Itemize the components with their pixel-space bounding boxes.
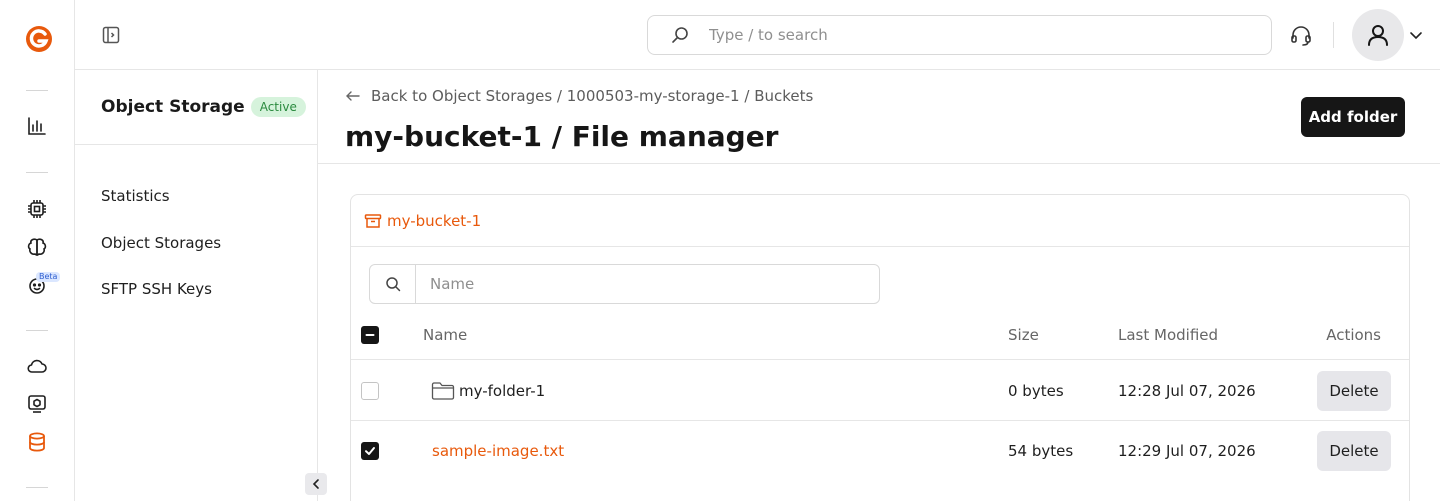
arrow-left-icon[interactable]: [345, 88, 361, 104]
user-avatar[interactable]: [1352, 9, 1404, 61]
breadcrumb-buckets-link[interactable]: Buckets: [754, 87, 813, 105]
row-checkbox[interactable]: [361, 442, 379, 460]
select-all-cell: [361, 310, 379, 359]
left-rail: Beta: [0, 0, 75, 501]
bucket-header: my-bucket-1: [351, 195, 1409, 247]
service-title: Object Storage: [101, 97, 245, 117]
secondary-sidebar: Object Storage Active Statistics Object …: [75, 70, 327, 501]
checkmark-icon: [365, 447, 375, 455]
file-name-link[interactable]: sample-image.txt: [432, 442, 564, 460]
name-filter-input[interactable]: [416, 265, 876, 303]
sidebar-toggle-icon[interactable]: [101, 25, 121, 45]
rail-divider: [26, 90, 48, 91]
breadcrumb-back-link[interactable]: Back to Object Storages: [371, 87, 552, 105]
modified-cell: 12:28 Jul 07, 2026: [1118, 381, 1256, 400]
rail-divider: [26, 330, 48, 331]
row-checkbox-cell: [361, 421, 379, 481]
breadcrumb: Back to Object Storages / 1000503-my-sto…: [345, 87, 813, 105]
cpu-icon[interactable]: [25, 197, 49, 221]
logo-icon[interactable]: [24, 24, 54, 54]
size-cell: 0 bytes: [1008, 381, 1064, 400]
search-icon: [670, 25, 690, 45]
folder-icon: [431, 381, 455, 401]
table-row: my-folder-1 0 bytes 12:28 Jul 07, 2026 D…: [351, 361, 1409, 421]
breadcrumb-separator: /: [556, 87, 562, 105]
column-header-size[interactable]: Size: [1008, 310, 1039, 359]
subnav-item-statistics[interactable]: Statistics: [75, 177, 317, 224]
top-bar: [75, 0, 1440, 70]
folder-name-cell: my-folder-1: [423, 361, 545, 420]
global-search[interactable]: [647, 15, 1272, 55]
add-folder-button[interactable]: Add folder: [1301, 97, 1405, 137]
subnav-item-sftp-ssh-keys[interactable]: SFTP SSH Keys: [75, 270, 317, 317]
column-header-actions: Actions: [1326, 325, 1381, 344]
page-title: my-bucket-1 / File manager: [345, 120, 779, 153]
status-badge: Active: [250, 97, 306, 117]
rail-divider: [26, 172, 48, 173]
breadcrumb-storage-link[interactable]: 1000503-my-storage-1: [567, 87, 740, 105]
column-header-modified[interactable]: Last Modified: [1118, 310, 1218, 359]
select-all-checkbox[interactable]: [361, 325, 379, 344]
row-checkbox-cell: [361, 361, 379, 420]
filter-search-icon[interactable]: [370, 265, 416, 303]
archive-box-icon: [363, 211, 383, 231]
database-icon[interactable]: [25, 430, 49, 454]
subnav-menu: Statistics Object Storages SFTP SSH Keys: [75, 145, 317, 317]
breadcrumb-separator: /: [744, 87, 750, 105]
cloud-icon[interactable]: [25, 354, 49, 378]
app-root: Beta Type / to search Object Storage Act…: [0, 0, 1440, 501]
page-header: Back to Object Storages / 1000503-my-sto…: [318, 70, 1440, 164]
modified-cell: 12:29 Jul 07, 2026: [1118, 442, 1256, 460]
chevron-down-icon[interactable]: [1408, 27, 1424, 43]
delete-button[interactable]: Delete: [1317, 370, 1391, 411]
folder-name-link[interactable]: my-folder-1: [459, 382, 545, 400]
brain-icon[interactable]: [25, 235, 49, 259]
row-checkbox[interactable]: [361, 381, 379, 400]
file-manager-card: my-bucket-1 Name Size Last Modified Acti…: [350, 194, 1410, 501]
delete-button[interactable]: Delete: [1317, 431, 1391, 471]
search-input[interactable]: [709, 26, 1249, 44]
server-icon[interactable]: [25, 392, 49, 416]
main-content: Back to Object Storages / 1000503-my-sto…: [318, 70, 1440, 501]
column-header-name[interactable]: Name: [423, 310, 467, 359]
service-header: Object Storage Active: [75, 70, 317, 145]
actions-cell: Delete: [1317, 421, 1391, 481]
file-name-cell: sample-image.txt: [423, 421, 564, 481]
actions-cell: Delete: [1317, 361, 1391, 420]
beta-badge: Beta: [36, 272, 61, 282]
subnav-item-object-storages[interactable]: Object Storages: [75, 224, 317, 271]
statistics-icon[interactable]: [25, 114, 49, 138]
size-cell: 54 bytes: [1008, 442, 1074, 460]
table-row: sample-image.txt 54 bytes 12:29 Jul 07, …: [351, 421, 1409, 481]
support-headset-icon[interactable]: [1289, 24, 1313, 48]
name-filter: [369, 264, 880, 304]
table-header: Name Size Last Modified Actions: [351, 310, 1409, 360]
topbar-divider: [1333, 22, 1334, 48]
bucket-root-link[interactable]: my-bucket-1: [387, 212, 481, 230]
rail-divider: [26, 487, 48, 488]
